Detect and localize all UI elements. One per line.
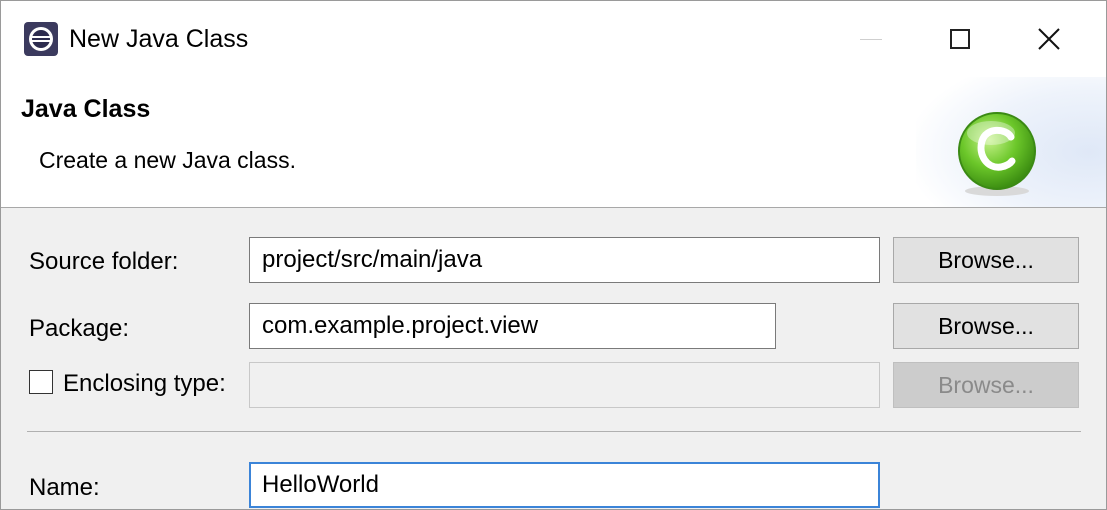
enclosing-type-checkbox[interactable]	[29, 370, 53, 394]
enclosing-type-field	[249, 362, 880, 408]
close-icon	[1038, 28, 1060, 50]
banner-title: Java Class	[21, 95, 151, 123]
package-field[interactable]: com.example.project.view	[249, 303, 776, 349]
source-folder-label: Source folder:	[29, 248, 179, 275]
enclosing-type-browse-button: Browse...	[893, 362, 1079, 408]
maximize-button[interactable]	[912, 1, 1008, 77]
header-banner: Java Class Create a new Java class.	[1, 77, 1106, 208]
name-field[interactable]: HelloWorld	[249, 462, 880, 508]
title-bar: New Java Class	[1, 1, 1106, 77]
close-button[interactable]	[1001, 1, 1097, 77]
new-java-class-dialog: New Java Class Java Class Create a new J…	[0, 0, 1107, 510]
window-title: New Java Class	[69, 25, 249, 53]
java-class-icon	[958, 112, 1036, 196]
package-browse-button[interactable]: Browse...	[893, 303, 1079, 349]
banner-description: Create a new Java class.	[39, 147, 296, 173]
enclosing-type-label: Enclosing type:	[63, 370, 226, 397]
source-folder-browse-button[interactable]: Browse...	[893, 237, 1079, 283]
source-folder-field[interactable]: project/src/main/java	[249, 237, 880, 283]
minimize-button[interactable]	[823, 1, 919, 77]
form-separator	[27, 431, 1081, 432]
eclipse-app-icon	[24, 22, 58, 56]
package-label: Package:	[29, 315, 130, 342]
maximize-icon	[950, 29, 970, 49]
name-label: Name:	[29, 474, 100, 501]
minimize-icon	[860, 38, 882, 40]
